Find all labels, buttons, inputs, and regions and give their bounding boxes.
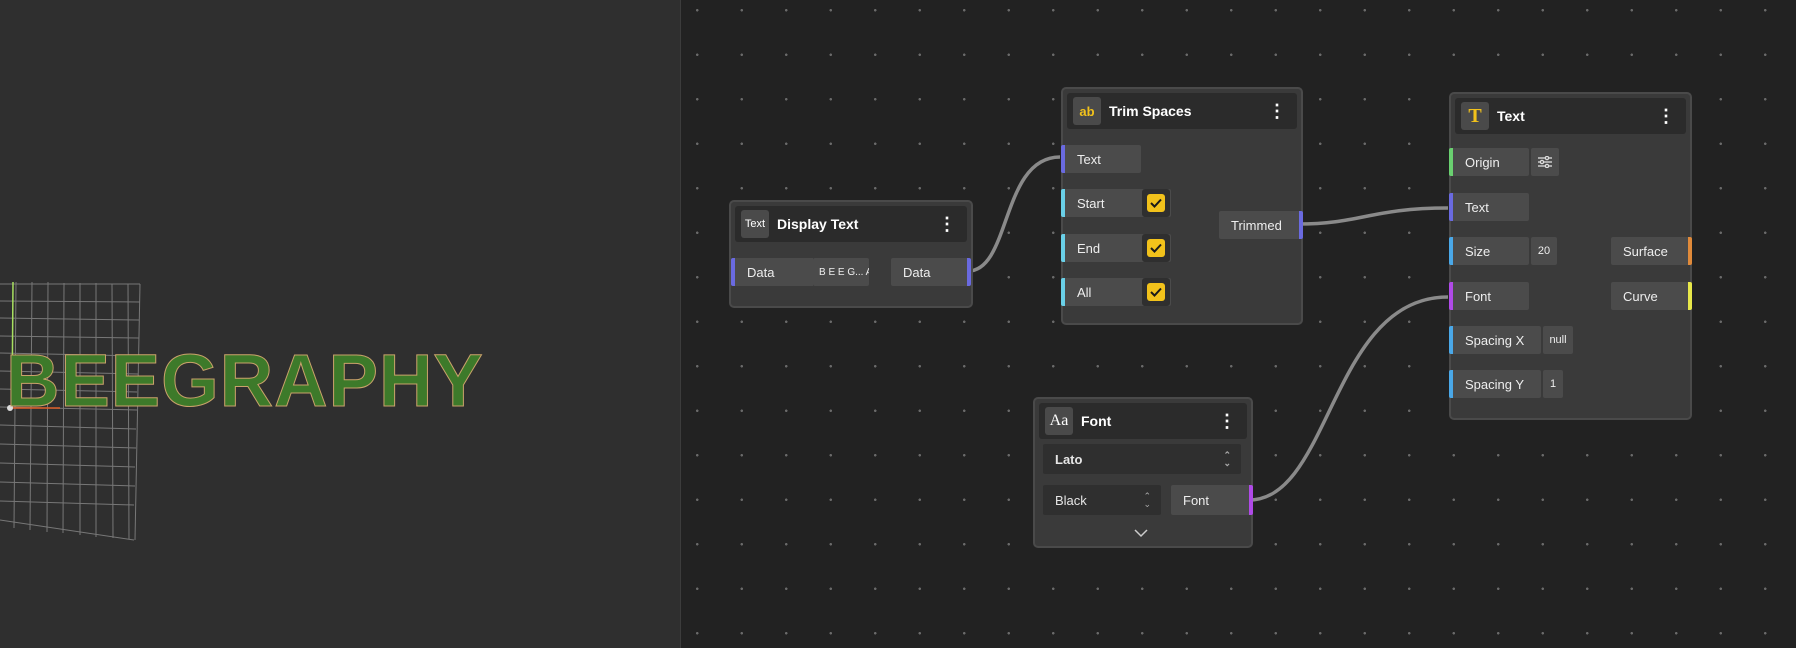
grid-plane — [0, 281, 141, 541]
node-header[interactable]: T Text ⋮ — [1455, 98, 1686, 134]
font-family-select[interactable]: Lato ⌃ ⌄ — [1043, 444, 1241, 474]
input-port-origin[interactable]: Origin — [1449, 148, 1529, 176]
font-icon: Aa — [1045, 407, 1073, 435]
checkmark-icon — [1147, 239, 1165, 257]
output-port-surface[interactable]: Surface — [1611, 237, 1692, 265]
port-label: Font — [1465, 288, 1492, 304]
text-node-icon: T — [1461, 102, 1489, 130]
port-label: Size — [1465, 243, 1491, 259]
spacing-x-value[interactable]: null — [1543, 326, 1573, 354]
wire-trim-to-text — [1297, 206, 1449, 226]
port-label: Start — [1077, 195, 1105, 211]
node-title: Text — [1497, 108, 1525, 124]
port-label: End — [1077, 240, 1101, 256]
text-node[interactable]: T Text ⋮ Origin Text Size 20 Font Spacin… — [1449, 92, 1692, 420]
size-value[interactable]: 20 — [1531, 237, 1557, 265]
text-icon: Text — [741, 210, 769, 238]
kebab-menu-icon[interactable]: ⋮ — [935, 212, 959, 236]
port-label: Origin — [1465, 154, 1500, 170]
settings-sliders-icon[interactable] — [1531, 148, 1559, 176]
checkmark-icon — [1147, 194, 1165, 212]
port-label: Data — [903, 264, 931, 280]
wire-display-to-trim — [967, 155, 1061, 273]
kebab-menu-icon[interactable]: ⋮ — [1215, 409, 1239, 433]
input-port-font[interactable]: Font — [1449, 282, 1529, 310]
node-header[interactable]: Aa Font ⋮ — [1039, 403, 1247, 439]
port-label: Spacing X — [1465, 332, 1525, 348]
chevron-updown-icon: ⌃ ⌄ — [1223, 450, 1231, 468]
wire-font-to-text — [1248, 295, 1449, 502]
port-label: Trimmed — [1231, 217, 1282, 233]
rendered-text-geometry: BEEGRAPHY — [6, 339, 484, 422]
port-label: Surface — [1623, 243, 1668, 259]
node-title: Trim Spaces — [1109, 103, 1192, 119]
data-value-preview: B E E G... APH Y — [813, 258, 869, 286]
node-header[interactable]: Text Display Text ⋮ — [735, 206, 967, 242]
port-label: All — [1077, 284, 1092, 300]
input-port-spacing-x[interactable]: Spacing X — [1449, 326, 1541, 354]
font-node[interactable]: Aa Font ⋮ Lato ⌃ ⌄ Black ⌃ ⌄ Font — [1033, 397, 1253, 548]
port-label: Curve — [1623, 288, 1658, 304]
port-label: Text — [1465, 199, 1489, 215]
node-title: Display Text — [777, 216, 859, 232]
input-port-data[interactable]: Data — [731, 258, 813, 286]
viewport-3d[interactable]: BEEGRAPHY — [0, 0, 681, 648]
all-checkbox[interactable] — [1142, 278, 1170, 306]
node-header[interactable]: ab Trim Spaces ⋮ — [1067, 93, 1297, 129]
output-port-font[interactable]: Font — [1171, 485, 1253, 515]
output-port-data[interactable]: Data — [891, 258, 971, 286]
input-port-text[interactable]: Text — [1061, 145, 1141, 173]
port-label: Data — [747, 264, 775, 280]
kebab-menu-icon[interactable]: ⋮ — [1654, 104, 1678, 128]
kebab-menu-icon[interactable]: ⋮ — [1265, 99, 1289, 123]
font-weight-select[interactable]: Black ⌃ ⌄ — [1043, 485, 1161, 515]
chevron-down-icon[interactable] — [1133, 525, 1149, 539]
end-checkbox[interactable] — [1142, 234, 1170, 262]
output-port-curve[interactable]: Curve — [1611, 282, 1692, 310]
node-editor-canvas[interactable]: Text Display Text ⋮ Data B E E G... APH … — [681, 0, 1796, 648]
input-port-size[interactable]: Size — [1449, 237, 1529, 265]
port-label: Spacing Y — [1465, 376, 1525, 392]
input-port-text[interactable]: Text — [1449, 193, 1529, 221]
port-label: Font — [1183, 492, 1210, 508]
spacing-y-value[interactable]: 1 — [1543, 370, 1563, 398]
node-title: Font — [1081, 413, 1112, 429]
trim-spaces-icon: ab — [1073, 97, 1101, 125]
port-label: Text — [1077, 151, 1101, 167]
output-port-trimmed[interactable]: Trimmed — [1219, 211, 1303, 239]
start-checkbox[interactable] — [1142, 189, 1170, 217]
display-text-node[interactable]: Text Display Text ⋮ Data B E E G... APH … — [729, 200, 973, 308]
chevron-updown-icon: ⌃ ⌄ — [1143, 491, 1151, 509]
trim-spaces-node[interactable]: ab Trim Spaces ⋮ Text Start End All Trim… — [1061, 87, 1303, 325]
checkmark-icon — [1147, 283, 1165, 301]
input-port-spacing-y[interactable]: Spacing Y — [1449, 370, 1541, 398]
